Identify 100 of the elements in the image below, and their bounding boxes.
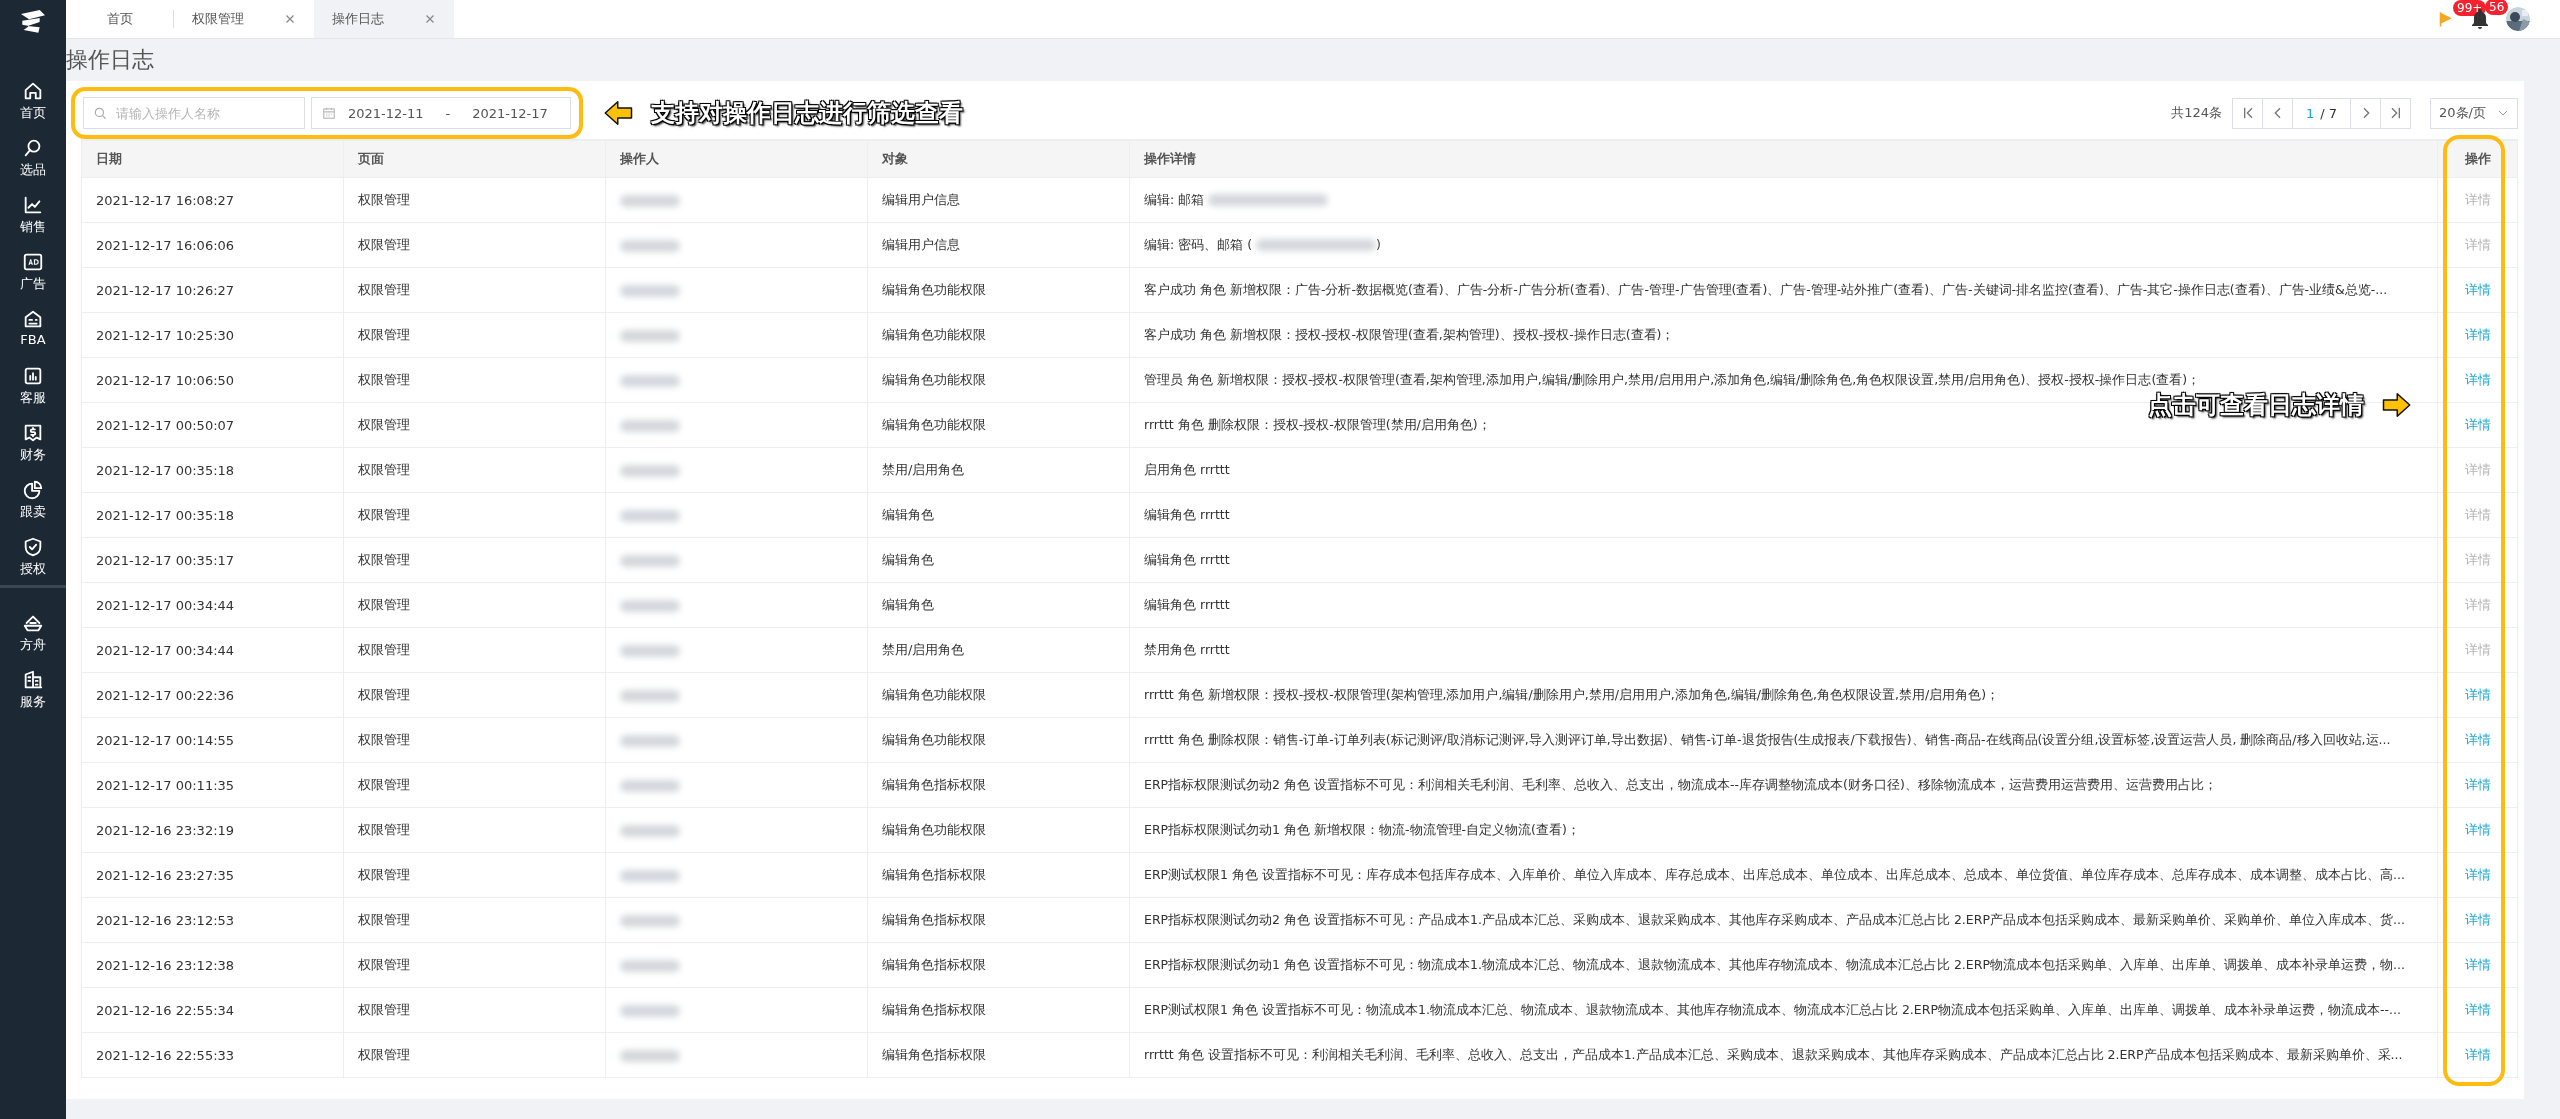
table-cell: 2021-12-17 00:35:18 [81, 447, 344, 493]
home-icon [22, 80, 44, 102]
table-cell: 2021-12-16 23:12:53 [81, 897, 344, 943]
details-link[interactable]: 详情 [2464, 687, 2491, 702]
sidebar-item[interactable]: 跟卖 [20, 479, 46, 536]
table-cell: 权限管理 [343, 807, 606, 853]
table-cell: rrrttt 角色 删除权限：销售-订单-订单列表(标记测评/取消标记测评,导入测评订单,导出数据)、销售-订单-退货报告(生成报表/下载报告)、销售-商品-在线商品(设置分组,设置标签,设置运营人员, 删除商品/移入回收站,运... [1144, 731, 2391, 747]
page-count: / 7 [2320, 105, 2338, 121]
details-link[interactable]: 详情 [2464, 417, 2491, 432]
sidebar-item[interactable]: 销售 [20, 194, 46, 251]
table-cell: 2021-12-17 00:22:36 [81, 672, 344, 718]
table-cell: 2021-12-16 22:55:34 [81, 987, 344, 1033]
details-link[interactable]: 详情 [2464, 732, 2491, 747]
page-title: 操作日志 [66, 46, 155, 74]
table-cell: ) [1376, 236, 1381, 252]
column-header: 操作人 [605, 140, 868, 178]
close-icon[interactable] [283, 13, 296, 25]
first-page-button[interactable] [2232, 97, 2263, 129]
table-cell: 编辑角色指标权限 [867, 852, 1130, 898]
money-icon [22, 422, 44, 444]
page-input[interactable]: 1 [2305, 105, 2315, 121]
sidebar-item[interactable]: 财务 [20, 422, 46, 479]
table-cell: 2021-12-17 10:25:30 [81, 312, 344, 358]
table-cell: 编辑用户信息 [867, 222, 1130, 268]
details-link[interactable]: 详情 [2464, 282, 2491, 297]
sidebar-item[interactable]: 广告 [20, 251, 46, 308]
table-cell: ERP测试权限1 角色 设置指标不可见：库存成本包括库存成本、入库单价、单位入库成本、库存总成本、出库总成本、单位成本、出库总成本、总成本、单位货值、单位库存成本、总库存成本、成本调整、成本占比、高... [1144, 866, 2405, 882]
column-header: 对象 [867, 140, 1130, 178]
table-cell: 权限管理 [343, 672, 606, 718]
table-cell: 2021-12-17 10:26:27 [81, 267, 344, 313]
sidebar-item[interactable]: 客服 [20, 365, 46, 422]
table-cell: 权限管理 [343, 402, 606, 448]
table-cell: 禁用/启用角色 [867, 447, 1130, 493]
tab[interactable]: 首页 [66, 10, 174, 28]
details-link[interactable]: 详情 [2464, 1047, 2491, 1062]
table-cell: 权限管理 [343, 987, 606, 1033]
table-cell: 2021-12-17 10:06:50 [81, 357, 344, 403]
table-cell: 权限管理 [343, 897, 606, 943]
table-cell: 编辑角色指标权限 [867, 1032, 1130, 1078]
pie-chart-icon [22, 479, 44, 501]
tab[interactable]: 操作日志 [314, 0, 454, 38]
redacted-name [620, 1005, 680, 1017]
table-cell: 编辑角色功能权限 [867, 717, 1130, 763]
table-cell: 管理员 角色 新增权限：授权-授权-权限管理(查看,架构管理,添加用户,编辑/删除用户,禁用/启用用户,添加角色,编辑/删除角色,角色权限设置,禁用/启用角色)、授权-授权-操作日志(查看)； [1144, 371, 2201, 387]
table-cell: 编辑角色指标权限 [867, 762, 1130, 808]
callout-text: 点击可查看日志详情 [2148, 390, 2364, 421]
details-link[interactable]: 详情 [2464, 777, 2491, 792]
redacted-name [620, 645, 680, 657]
table-cell: 权限管理 [343, 492, 606, 538]
table-cell: 2021-12-16 23:12:38 [81, 942, 344, 988]
sidebar-item[interactable]: 服务 [20, 669, 46, 726]
table-cell: 编辑角色 rrrttt [1144, 506, 1230, 522]
details-link[interactable]: 详情 [2464, 1002, 2491, 1017]
details-link[interactable]: 详情 [2464, 912, 2491, 927]
table-cell: 权限管理 [343, 582, 606, 628]
bar-chart-icon [22, 365, 44, 387]
table-cell: ERP指标权限测试勿动1 角色 设置指标不可见：物流成本1.物流成本汇总、物流成本、退款物流成本、其他库存物流成本、物流成本汇总占比 2.ERP物流成本包括采购单、入库单、出库单、调拨单、成本补录单运费，物... [1144, 956, 2405, 972]
table-cell: 客户成功 角色 新增权限：广告-分析-数据概览(查看)、广告-分析-广告分析(查看)、广告-管理-广告管理(查看)、广告-管理-站外推广(查看)、广告-关键词-排名监控(查看)、广告-其它-操作日志(查看)、广告-业绩&总览-... [1144, 281, 2388, 297]
table-cell: 权限管理 [343, 177, 606, 223]
table-cell: 编辑用户信息 [867, 177, 1130, 223]
table-cell: 权限管理 [343, 717, 606, 763]
table-cell: 2021-12-17 16:08:27 [81, 177, 344, 223]
table-cell: 编辑角色 [867, 582, 1130, 628]
callout-text: 支持对操作日志进行筛选查看 [651, 98, 963, 129]
table-cell: ERP指标权限测试勿动2 角色 设置指标不可见：产品成本1.产品成本汇总、采购成本、退款采购成本、其他库存采购成本、产品成本汇总占比 2.ERP产品成本包括采购成本、最新采购单价、采购单价、单位入库成本、货... [1144, 911, 2405, 927]
table-cell: 权限管理 [343, 357, 606, 403]
sidebar-item[interactable]: 首页 [20, 80, 46, 137]
redacted-name [620, 1050, 680, 1062]
table-cell: 权限管理 [343, 267, 606, 313]
redacted-name [620, 420, 680, 432]
table-cell: 编辑角色功能权限 [867, 357, 1130, 403]
details-link[interactable]: 详情 [2464, 822, 2491, 837]
sidebar-item[interactable]: 授权 [20, 536, 46, 593]
redacted-name [620, 915, 680, 927]
last-page-button[interactable] [2380, 97, 2411, 129]
search-field[interactable]: 请输入操作人名称 [83, 97, 305, 129]
details-link[interactable]: 详情 [2464, 957, 2491, 972]
sidebar-item[interactable]: 选品 [20, 137, 46, 194]
table-cell: rrrttt 角色 设置指标不可见：利润相关毛利润、毛利率、总收入、总支出，产品成本1.产品成本汇总、采购成本、退款采购成本、其他库存采购成本、产品成本汇总占比 2.ERP产品成本包括采购成本、最新采购单价、采... [1144, 1046, 2403, 1062]
date-range-field[interactable]: 2021-12-11 - 2021-12-17 [311, 97, 571, 129]
tab[interactable]: 权限管理 [174, 0, 314, 38]
ad-icon [22, 251, 44, 273]
table-cell: rrrttt 角色 删除权限：授权-授权-权限管理(禁用/启用角色)； [1144, 416, 1491, 432]
table-cell: ERP指标权限测试勿动2 角色 设置指标不可见：利润相关毛利润、毛利率、总收入、总支出，物流成本--库存调整物流成本(财务口径)、移除物流成本，运营费用运营费用、运营费用占比； [1144, 776, 2217, 792]
table-cell: 权限管理 [343, 942, 606, 988]
details-link[interactable]: 详情 [2464, 867, 2491, 882]
sidebar-item[interactable]: FBA [20, 308, 46, 365]
details-link[interactable]: 详情 [2464, 327, 2491, 342]
redacted-name [620, 735, 680, 747]
details-link[interactable]: 详情 [2464, 372, 2491, 387]
redacted-name [620, 555, 680, 567]
page-size-select[interactable]: 20条/页 [2430, 97, 2518, 129]
table-cell: 禁用/启用角色 [867, 627, 1130, 673]
sidebar-item[interactable]: 方舟 [20, 612, 46, 669]
column-header: 页面 [343, 140, 606, 178]
date-text: 2021-12-11 [348, 105, 424, 121]
count-badge: 99+ [2453, 0, 2487, 16]
table-cell: 2021-12-16 22:55:33 [81, 1032, 344, 1078]
shield-icon [22, 536, 44, 558]
close-icon[interactable] [423, 13, 436, 25]
